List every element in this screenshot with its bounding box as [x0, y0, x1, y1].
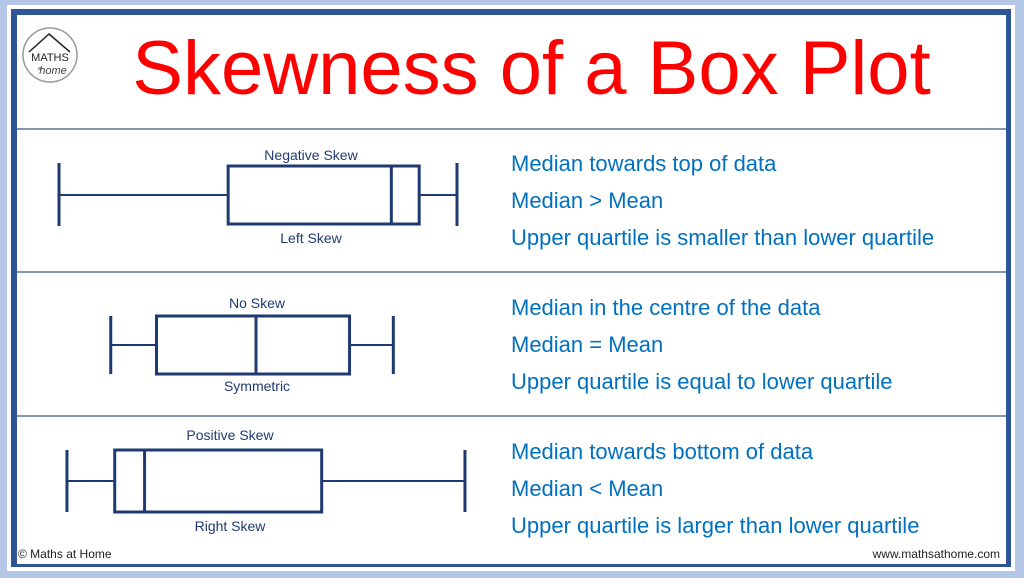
box-plot-no-skew [109, 314, 395, 376]
box-plot-positive-skew [65, 448, 467, 514]
label-negative-skew: Negative Skew [264, 147, 358, 163]
label-positive-skew: Positive Skew [186, 427, 274, 443]
interquartile-box [155, 314, 352, 376]
label-right-skew: Right Skew [195, 518, 267, 534]
description-positive-skew: Median towards bottom of data Median < M… [511, 433, 919, 544]
label-no-skew: No Skew [229, 295, 286, 311]
description-negative-skew: Median towards top of data Median > Mean… [511, 145, 934, 256]
label-symmetric: Symmetric [224, 378, 290, 394]
description-line: Median in the centre of the data [511, 295, 821, 320]
label-left-skew: Left Skew [280, 230, 342, 246]
website-link[interactable]: www.mathsathome.com [873, 547, 1000, 561]
description-line: Median towards top of data [511, 151, 777, 176]
description-line: Upper quartile is smaller than lower qua… [511, 225, 935, 250]
copyright-text: © Maths at Home [18, 547, 112, 561]
description-line: Upper quartile is equal to lower quartil… [511, 369, 893, 394]
content-panel: MATHS at home Skewness of a Box Plot Neg… [17, 15, 1006, 564]
description-line: Median towards bottom of data [511, 439, 814, 464]
description-line: Median = Mean [511, 332, 664, 357]
description-line: Median < Mean [511, 476, 664, 501]
description-no-skew: Median in the centre of the data Median … [511, 289, 893, 400]
description-line: Median > Mean [511, 188, 664, 213]
box-plot-negative-skew [57, 163, 459, 226]
description-line: Upper quartile is larger than lower quar… [511, 513, 920, 538]
